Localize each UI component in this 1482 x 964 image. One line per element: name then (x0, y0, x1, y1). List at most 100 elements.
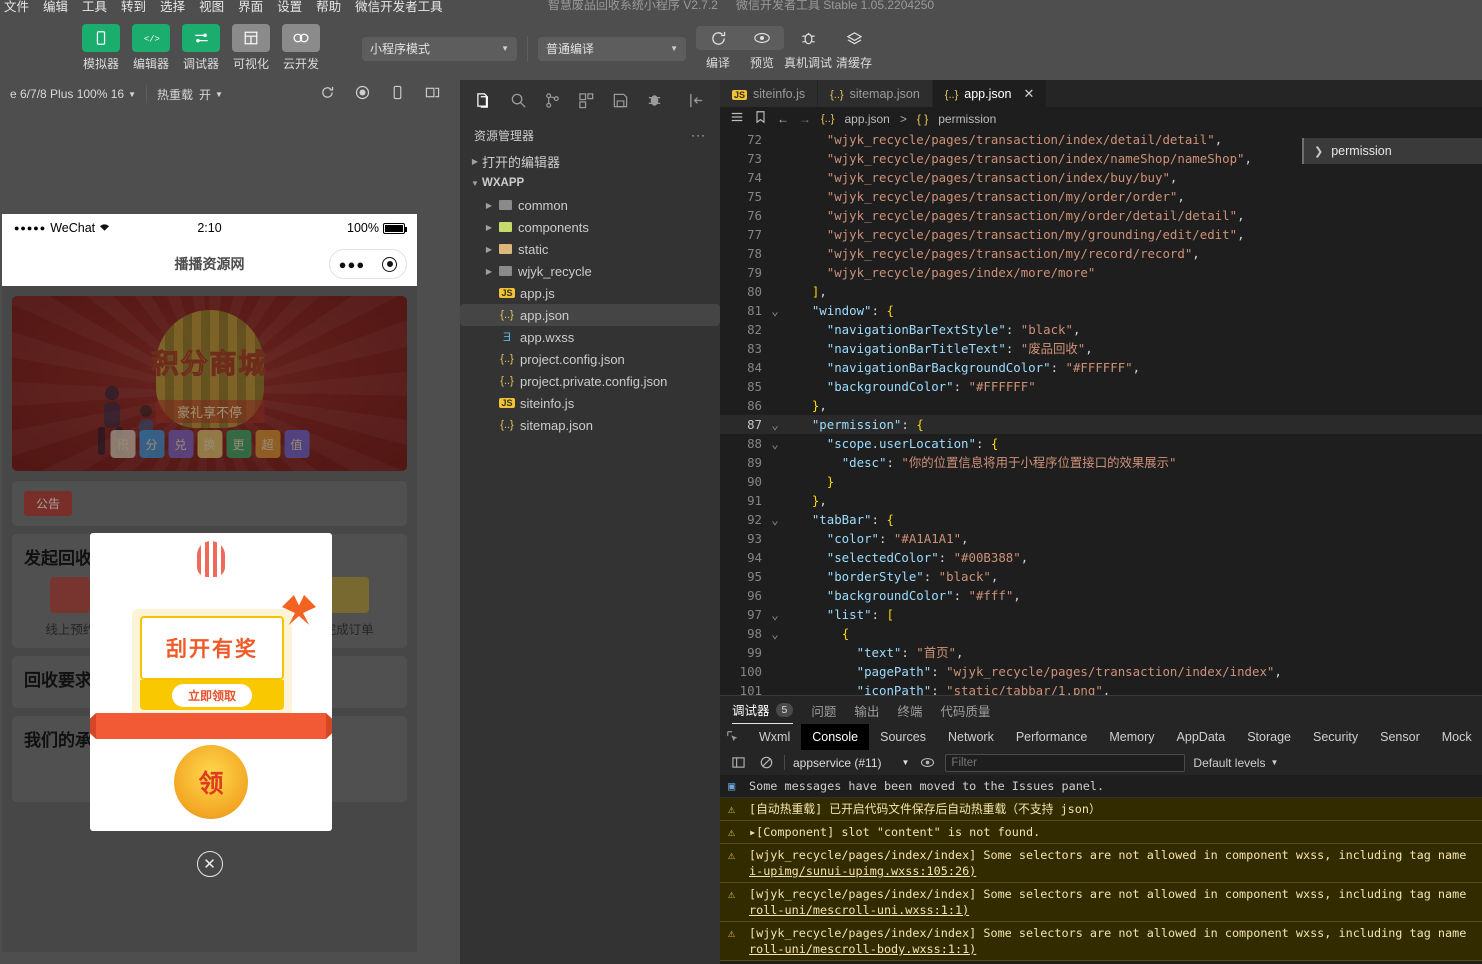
outline-toggle-icon[interactable] (730, 110, 744, 127)
refresh-icon[interactable] (320, 85, 335, 103)
activity-bar[interactable] (460, 80, 720, 120)
toolbar-action-清缓存[interactable]: 清缓存 (832, 26, 876, 71)
console-message[interactable]: ⚠ [wjyk_recycle/pages/index/index] Some … (720, 922, 1482, 961)
tree-open-editors[interactable]: ▶ 打开的编辑器 (460, 150, 720, 172)
menu-item-7[interactable]: 设置 (277, 0, 302, 15)
tree-item-app.wxss[interactable]: Ǝ app.wxss (460, 326, 720, 348)
console-message[interactable]: ⚠ [wjyk_recycle/pages/index/index] Some … (720, 883, 1482, 922)
mode-select[interactable]: 小程序模式 ▼ (362, 37, 517, 61)
record-icon[interactable] (355, 85, 370, 103)
devtools-tabs[interactable]: WxmlConsoleSourcesNetworkPerformanceMemo… (720, 724, 1482, 750)
editor-tab-sitemap.json[interactable]: {..} sitemap.json (818, 80, 933, 107)
console-message[interactable]: ⚠ [自动热重载] 已开启代码文件保存后自动热重载（不支持 json） (720, 798, 1482, 821)
collapse-icon[interactable] (686, 90, 706, 110)
devtools-tab-Sources[interactable]: Sources (869, 724, 937, 750)
save-icon[interactable] (610, 90, 630, 110)
tree-item-sitemap.json[interactable]: {..} sitemap.json (460, 414, 720, 436)
sidebar-toggle-icon[interactable] (728, 756, 748, 769)
console-message[interactable]: ▣ Some messages have been moved to the I… (720, 775, 1482, 798)
rotate-icon[interactable] (390, 85, 405, 103)
menu-bar[interactable]: 文件编辑工具转到选择视图界面设置帮助微信开发者工具 (4, 0, 443, 15)
eye-icon[interactable] (917, 756, 937, 769)
close-icon[interactable]: ✕ (1024, 86, 1035, 102)
outline-popup[interactable]: ❯ permission (1302, 138, 1482, 164)
menu-item-9[interactable]: 微信开发者工具 (355, 0, 443, 15)
tree-item-siteinfo.js[interactable]: JS siteinfo.js (460, 392, 720, 414)
scratch-prize-popup[interactable]: 刮开有奖 立即领取 领 (90, 533, 332, 831)
menu-item-8[interactable]: 帮助 (316, 0, 341, 15)
tree-item-app.js[interactable]: JS app.js (460, 282, 720, 304)
bottom-tab-调试器[interactable]: 调试器 5 (732, 696, 793, 724)
console-levels-select[interactable]: Default levels ▼ (1193, 756, 1278, 770)
toolbar-action-编译[interactable]: 编译 (696, 26, 740, 71)
popup-coin-icon[interactable]: 领 (174, 745, 248, 819)
source-control-icon[interactable] (542, 90, 562, 110)
bottom-tab-输出[interactable]: 输出 (854, 696, 879, 724)
editor-tabbar[interactable]: JS siteinfo.js {..} sitemap.json {..} ap… (720, 80, 1482, 107)
tree-project-root[interactable]: ▼ WXAPP (460, 172, 720, 194)
breadcrumb-node[interactable]: permission (938, 112, 996, 126)
console-filter-input[interactable] (945, 754, 1185, 772)
debug-icon[interactable] (644, 90, 664, 110)
tree-item-static[interactable]: ▶ static (460, 238, 720, 260)
console-message[interactable]: ⚠ ▸[Component] slot "content" is not fou… (720, 821, 1482, 844)
tree-item-app.json[interactable]: {..} app.json (460, 304, 720, 326)
action-button-group[interactable]: 编译 预览 真机调试 清缓存 (696, 26, 876, 71)
editor-tab-app.json[interactable]: {..} app.json ✕ (933, 80, 1048, 107)
clear-console-icon[interactable] (756, 756, 776, 769)
devtools-tab-Wxml[interactable]: Wxml (748, 724, 801, 750)
devtools-tab-Memory[interactable]: Memory (1098, 724, 1165, 750)
inspect-element-icon[interactable] (726, 730, 740, 744)
bookmark-icon[interactable] (754, 110, 767, 127)
toolbar-toggle-模拟器[interactable]: 模拟器 (80, 24, 122, 72)
bottom-tab-代码质量[interactable]: 代码质量 (940, 696, 990, 724)
devtools-tab-Network[interactable]: Network (937, 724, 1005, 750)
bottom-panel-tabs[interactable]: 调试器 5 问题 输出 终端 代码质量 (720, 696, 1482, 724)
more-icon[interactable]: ●●● (339, 257, 366, 272)
hotreload-select[interactable]: 热重载 开 ▼ (147, 80, 233, 108)
file-tree[interactable]: ▶ 打开的编辑器 ▼ WXAPP ▶ common ▶ components ▶… (460, 150, 720, 964)
back-arrow-icon[interactable]: ← (777, 112, 789, 126)
menu-item-4[interactable]: 选择 (160, 0, 185, 15)
window-icon[interactable] (425, 85, 440, 103)
popup-close-button[interactable]: ✕ (197, 851, 223, 877)
toolbar-toggle-编辑器[interactable]: </> 编辑器 (130, 24, 172, 72)
editor-tab-siteinfo.js[interactable]: JS siteinfo.js (720, 80, 818, 107)
devtools-tab-AppData[interactable]: AppData (1166, 724, 1237, 750)
chevron-right-icon[interactable]: ❯ (1314, 145, 1323, 158)
menu-item-1[interactable]: 编辑 (43, 0, 68, 15)
console-context-select[interactable]: appservice (#11) ▼ (793, 756, 909, 770)
devtools-tab-Console[interactable]: Console (801, 724, 869, 750)
devtools-tab-Sensor[interactable]: Sensor (1369, 724, 1431, 750)
device-select[interactable]: e 6/7/8 Plus 100% 16 ▼ (0, 80, 146, 108)
bottom-tab-终端[interactable]: 终端 (897, 696, 922, 724)
outline-row[interactable]: ❯ permission (1302, 138, 1482, 164)
toolbar-action-真机调试[interactable]: 真机调试 (784, 26, 832, 71)
files-icon[interactable] (474, 90, 494, 110)
menu-item-3[interactable]: 转到 (121, 0, 146, 15)
search-icon[interactable] (508, 90, 528, 110)
console-output[interactable]: ▣ Some messages have been moved to the I… (720, 775, 1482, 964)
tree-item-project.config.json[interactable]: {..} project.config.json (460, 348, 720, 370)
wechat-capsule[interactable]: ●●● (329, 249, 407, 279)
devtools-tab-Mock[interactable]: Mock (1431, 724, 1482, 750)
breadcrumb-file[interactable]: app.json (844, 112, 889, 126)
devtools-tab-Storage[interactable]: Storage (1236, 724, 1302, 750)
popup-claim-button[interactable]: 立即领取 (172, 684, 252, 707)
code-area[interactable]: 72 "wjyk_recycle/pages/transaction/index… (720, 130, 1482, 695)
toolbar-toggle-可视化[interactable]: 可视化 (230, 24, 272, 72)
tree-item-wjyk_recycle[interactable]: ▶ wjyk_recycle (460, 260, 720, 282)
console-message[interactable]: ⚠ [wjyk_recycle/pages/index/index] Some … (720, 844, 1482, 883)
extensions-icon[interactable] (576, 90, 596, 110)
more-icon[interactable]: ··· (691, 128, 706, 142)
tree-item-project.private.config.json[interactable]: {..} project.private.config.json (460, 370, 720, 392)
toolbar-toggle-调试器[interactable]: 调试器 (180, 24, 222, 72)
panel-toggle-group[interactable]: 模拟器 </> 编辑器 调试器 可视化 云开发 (0, 18, 322, 72)
menu-item-6[interactable]: 界面 (238, 0, 263, 15)
toolbar-toggle-云开发[interactable]: 云开发 (280, 24, 322, 72)
code-content[interactable]: 72 "wjyk_recycle/pages/transaction/index… (720, 130, 1482, 695)
close-target-icon[interactable] (382, 257, 397, 272)
devtools-tab-Performance[interactable]: Performance (1005, 724, 1099, 750)
devtools-tab-Security[interactable]: Security (1302, 724, 1369, 750)
bottom-tab-问题[interactable]: 问题 (811, 696, 836, 724)
